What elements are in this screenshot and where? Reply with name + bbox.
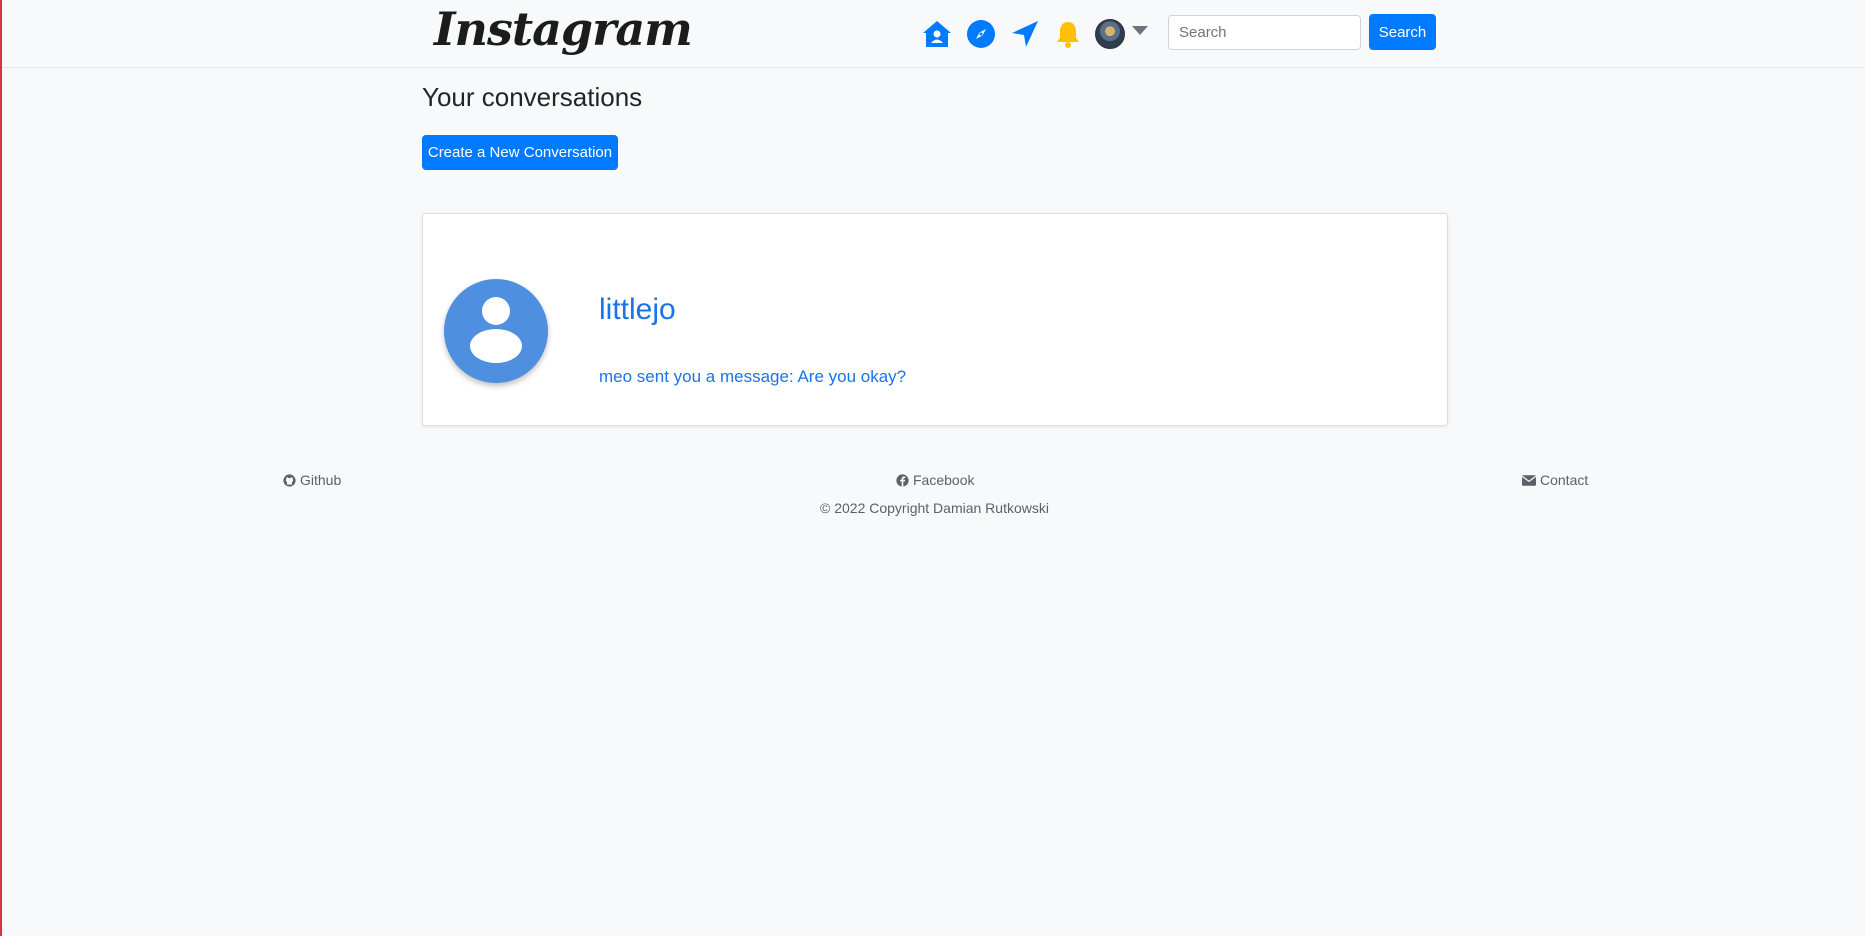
conversation-card[interactable]: littlejo meo sent you a message: Are you… [422,213,1448,426]
send-icon[interactable] [1008,17,1042,51]
footer-github-link[interactable]: Github [283,472,341,488]
footer-contact-label: Contact [1540,472,1589,488]
footer-facebook-link[interactable]: Facebook [896,472,974,488]
copyright-text: © 2022 Copyright Damian Rutkowski [820,500,1049,516]
footer-contact-link[interactable]: Contact [1522,472,1588,488]
github-icon [283,473,296,487]
instagram-logo[interactable]: Instagram [434,2,693,56]
search-input[interactable] [1168,15,1361,50]
page-title: Your conversations [422,82,643,112]
create-conversation-button[interactable]: Create a New Conversation [422,135,618,170]
footer-github-label: Github [300,472,342,488]
profile-avatar[interactable] [1095,19,1125,49]
navbar: Instagram Search [2,0,1865,68]
home-icon[interactable] [920,17,954,51]
compass-icon[interactable] [964,17,998,51]
footer-facebook-label: Facebook [913,472,975,488]
facebook-icon [896,473,909,487]
conversation-last-message[interactable]: meo sent you a message: Are you okay? [599,367,906,387]
envelope-icon [1522,474,1536,486]
bell-icon[interactable] [1051,17,1085,51]
user-avatar-icon [444,279,548,383]
conversation-username[interactable]: littlejo [599,293,676,327]
search-button[interactable]: Search [1369,14,1436,50]
chevron-down-icon[interactable] [1132,26,1148,35]
